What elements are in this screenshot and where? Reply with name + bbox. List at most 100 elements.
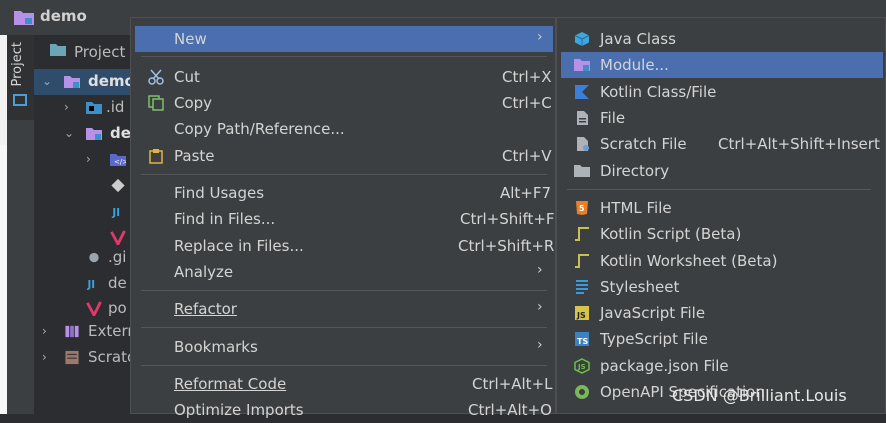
module-folder-icon <box>64 76 80 88</box>
shortcut-label: Ctrl+Alt+Shift+Insert <box>718 135 880 153</box>
tree-row-de[interactable]: ⌄ de <box>34 121 134 147</box>
idea-folder-icon <box>86 102 102 114</box>
shortcut-label: Ctrl+V <box>502 147 552 165</box>
tree-row-external-libraries[interactable]: › Extern <box>34 319 134 345</box>
tree-row-demo[interactable]: ⌄ demo <box>34 69 134 95</box>
submenu-item-stylesheet[interactable]: Stylesheet <box>561 274 883 300</box>
menu-item-analyze[interactable]: Analyze › <box>135 259 553 285</box>
chevron-right-icon[interactable]: › <box>42 324 47 338</box>
menu-item-cut[interactable]: Cut Ctrl+X <box>135 64 553 90</box>
tree-row-iml[interactable]: JI de <box>34 271 134 297</box>
menu-item-label: Find Usages <box>174 184 265 202</box>
submenu-item-directory[interactable]: Directory <box>561 158 883 184</box>
menu-item-optimize-imports[interactable]: Optimize Imports Ctrl+Alt+O <box>135 397 553 423</box>
menu-item-new[interactable]: New › <box>135 26 553 52</box>
scratches-icon <box>65 350 79 365</box>
tree-item-label: de <box>110 124 131 142</box>
menu-item-copy[interactable]: Copy Ctrl+C <box>135 90 553 116</box>
menu-item-label: Reformat Code <box>174 375 287 393</box>
submenu-item-label: File <box>600 109 626 127</box>
module-folder-icon <box>86 128 102 140</box>
submenu-item-label: Directory <box>600 162 670 180</box>
submenu-item-label: package.json File <box>600 357 729 375</box>
menu-item-refactor[interactable]: Refactor › <box>135 296 553 322</box>
menu-item-label: Copy <box>174 94 213 112</box>
css-icon <box>576 280 588 294</box>
submenu-item-label: Kotlin Class/File <box>600 83 717 101</box>
file-icon <box>577 111 588 125</box>
chevron-right-icon[interactable]: › <box>86 152 91 166</box>
chevron-right-icon: › <box>537 299 543 315</box>
maven-icon <box>110 230 126 245</box>
menu-item-label: Find in Files... <box>174 210 276 228</box>
copy-icon <box>148 95 164 111</box>
scratch-file-icon <box>577 137 589 151</box>
openapi-icon <box>575 385 589 399</box>
menu-item-copy-path[interactable]: Copy Path/Reference... <box>135 116 553 142</box>
project-tool-icon[interactable] <box>13 94 27 106</box>
tree-row-iml-file[interactable]: JI <box>34 199 134 225</box>
submenu-item-typescript-file[interactable]: TS TypeScript File <box>561 326 883 352</box>
submenu-item-label: HTML File <box>600 199 672 217</box>
library-icon <box>65 325 79 338</box>
submenu-item-kotlin-script[interactable]: Kotlin Script (Beta) <box>561 221 883 247</box>
submenu-item-label: Java Class <box>600 30 676 48</box>
menu-item-label: Optimize Imports <box>174 401 304 419</box>
svg-text:JI: JI <box>86 279 95 291</box>
svg-text:JS: JS <box>577 363 586 371</box>
java-class-icon <box>574 32 590 46</box>
tree-row-src[interactable]: › </> <box>34 147 134 173</box>
menu-item-label: Copy Path/Reference... <box>174 120 345 138</box>
kotlin-script-icon <box>575 227 589 241</box>
submenu-item-html-file[interactable]: 5 HTML File <box>561 195 883 221</box>
menu-separator <box>141 174 547 175</box>
menu-item-find-usages[interactable]: Find Usages Alt+F7 <box>135 180 553 206</box>
menu-item-find-in-files[interactable]: Find in Files... Ctrl+Shift+F <box>135 206 555 232</box>
shortcut-label: Ctrl+C <box>502 94 552 112</box>
tree-item-label: Scrato <box>88 348 134 366</box>
menu-item-label: Bookmarks <box>174 338 258 356</box>
menu-item-bookmarks[interactable]: Bookmarks › <box>135 334 553 360</box>
javascript-icon: JS <box>575 306 589 320</box>
html5-icon: 5 <box>576 201 588 215</box>
tree-row-scratches[interactable]: › Scrato <box>34 345 134 371</box>
menu-item-paste[interactable]: Paste Ctrl+V <box>135 143 553 169</box>
submenu-item-javascript-file[interactable]: JS JavaScript File <box>561 300 883 326</box>
chevron-down-icon[interactable]: ⌄ <box>64 126 74 140</box>
chevron-right-icon[interactable]: › <box>64 100 69 114</box>
submenu-item-label: Module... <box>600 56 669 74</box>
submenu-item-java-class[interactable]: Java Class <box>561 26 883 52</box>
gitignore-icon <box>89 252 99 263</box>
svg-text:JI: JI <box>111 207 120 219</box>
menu-separator <box>567 189 871 190</box>
menu-item-replace-in-files[interactable]: Replace in Files... Ctrl+Shift+R <box>135 233 554 259</box>
menu-item-reformat-code[interactable]: Reformat Code Ctrl+Alt+L <box>135 371 553 397</box>
submenu-item-package-json[interactable]: JS package.json File <box>561 353 883 379</box>
nodejs-icon: JS <box>574 358 590 374</box>
submenu-item-kotlin-worksheet[interactable]: Kotlin Worksheet (Beta) <box>561 248 883 274</box>
shortcut-label: Ctrl+X <box>502 68 552 86</box>
submenu-item-module[interactable]: Module... <box>561 52 883 78</box>
submenu-item-label: JavaScript File <box>600 304 706 322</box>
scissors-icon <box>148 69 164 85</box>
chevron-right-icon[interactable]: › <box>42 350 47 364</box>
menu-separator <box>141 56 547 57</box>
tree-row-idea[interactable]: › .id <box>34 95 134 121</box>
context-menu: New › Cut Ctrl+X Copy Ctrl+C Copy Path/R… <box>130 17 556 419</box>
project-tool-label[interactable]: Project <box>10 42 25 86</box>
iml-file-icon: JI <box>86 279 95 291</box>
chevron-down-icon[interactable]: ⌄ <box>42 74 52 88</box>
iml-file-icon: JI <box>111 205 124 219</box>
tree-row-gitignore-file[interactable] <box>34 173 134 199</box>
shortcut-label: Ctrl+Alt+O <box>468 401 552 419</box>
project-panel-header[interactable]: Project <box>34 38 134 64</box>
chevron-right-icon: › <box>537 29 543 45</box>
shortcut-label: Ctrl+Alt+L <box>472 375 553 393</box>
submenu-item-scratch-file[interactable]: Scratch File Ctrl+Alt+Shift+Insert <box>561 131 883 157</box>
module-folder-icon <box>14 11 34 25</box>
menu-separator <box>141 365 547 366</box>
shortcut-label: Alt+F7 <box>500 184 552 202</box>
submenu-item-kotlin-class[interactable]: Kotlin Class/File <box>561 79 883 105</box>
tree-row-gitignore[interactable]: .gi <box>34 245 134 271</box>
submenu-item-file[interactable]: File <box>561 105 883 131</box>
